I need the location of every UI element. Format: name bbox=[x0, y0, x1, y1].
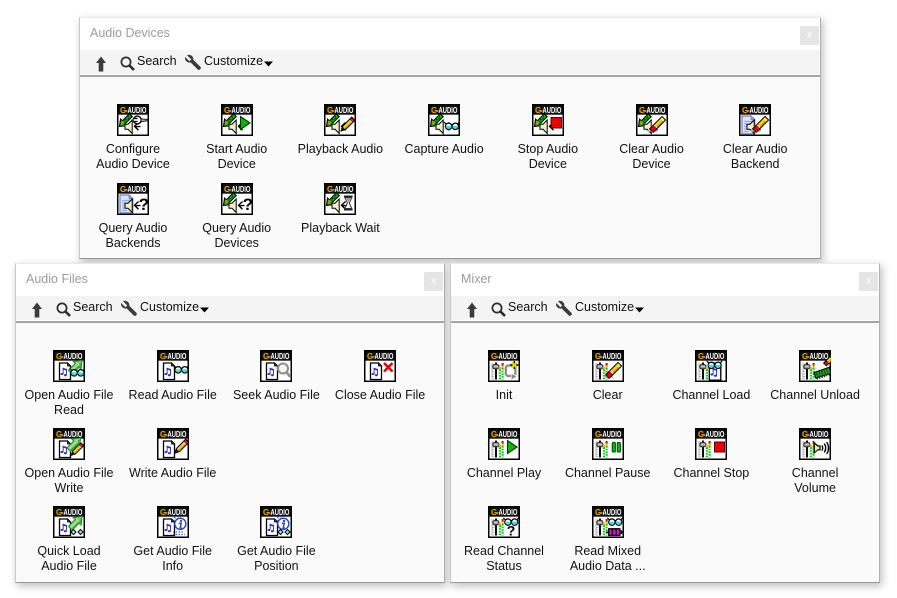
svg-text:-AUDIO: -AUDIO bbox=[269, 508, 290, 517]
svg-text:-AUDIO: -AUDIO bbox=[165, 430, 186, 439]
svg-text:-AUDIO: -AUDIO bbox=[333, 185, 354, 194]
svg-text:-AUDIO: -AUDIO bbox=[704, 352, 725, 361]
svg-text:-AUDIO: -AUDIO bbox=[62, 352, 83, 361]
svg-text:-AUDIO: -AUDIO bbox=[644, 106, 665, 115]
svg-text:-AUDIO: -AUDIO bbox=[497, 430, 518, 439]
svg-text:-AUDIO: -AUDIO bbox=[373, 352, 394, 361]
svg-text:-AUDIO: -AUDIO bbox=[497, 508, 518, 517]
svg-text:-AUDIO: -AUDIO bbox=[126, 106, 147, 115]
svg-text:-AUDIO: -AUDIO bbox=[269, 352, 290, 361]
svg-text:-AUDIO: -AUDIO bbox=[165, 352, 186, 361]
svg-text:-AUDIO: -AUDIO bbox=[600, 430, 621, 439]
svg-text:-AUDIO: -AUDIO bbox=[704, 430, 725, 439]
svg-text:-AUDIO: -AUDIO bbox=[808, 352, 829, 361]
svg-text:-AUDIO: -AUDIO bbox=[748, 106, 769, 115]
svg-text:?: ? bbox=[139, 195, 149, 214]
svg-text:-AUDIO: -AUDIO bbox=[600, 508, 621, 517]
svg-text:-AUDIO: -AUDIO bbox=[333, 106, 354, 115]
svg-text:?: ? bbox=[242, 195, 252, 214]
svg-text:-AUDIO: -AUDIO bbox=[437, 106, 458, 115]
svg-text:-AUDIO: -AUDIO bbox=[62, 508, 83, 517]
svg-text:-AUDIO: -AUDIO bbox=[497, 352, 518, 361]
svg-text:-AUDIO: -AUDIO bbox=[229, 185, 250, 194]
svg-text:-AUDIO: -AUDIO bbox=[165, 508, 186, 517]
svg-text:-AUDIO: -AUDIO bbox=[808, 430, 829, 439]
svg-text:-AUDIO: -AUDIO bbox=[540, 106, 561, 115]
svg-text:-AUDIO: -AUDIO bbox=[600, 352, 621, 361]
svg-text:-AUDIO: -AUDIO bbox=[229, 106, 250, 115]
svg-text:-AUDIO: -AUDIO bbox=[126, 185, 147, 194]
svg-text:?: ? bbox=[507, 523, 516, 539]
